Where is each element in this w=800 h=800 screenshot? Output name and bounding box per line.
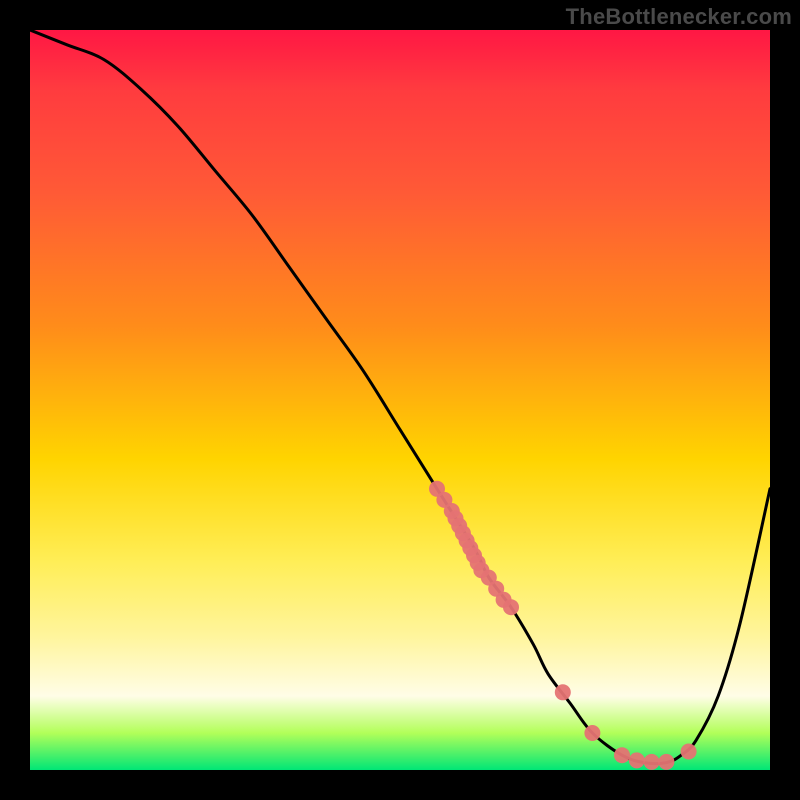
plot-area — [30, 30, 770, 770]
chart-frame: TheBottlenecker.com — [0, 0, 800, 800]
data-point — [681, 744, 697, 760]
data-point — [503, 599, 519, 615]
data-point — [584, 725, 600, 741]
bottleneck-curve — [30, 30, 770, 764]
scatter-points — [429, 481, 697, 770]
chart-svg — [30, 30, 770, 770]
data-point — [555, 684, 571, 700]
data-point — [658, 754, 674, 770]
data-point — [629, 752, 645, 768]
data-point — [644, 754, 660, 770]
data-point — [614, 747, 630, 763]
curve-path — [30, 30, 770, 764]
watermark-text: TheBottlenecker.com — [566, 4, 792, 30]
